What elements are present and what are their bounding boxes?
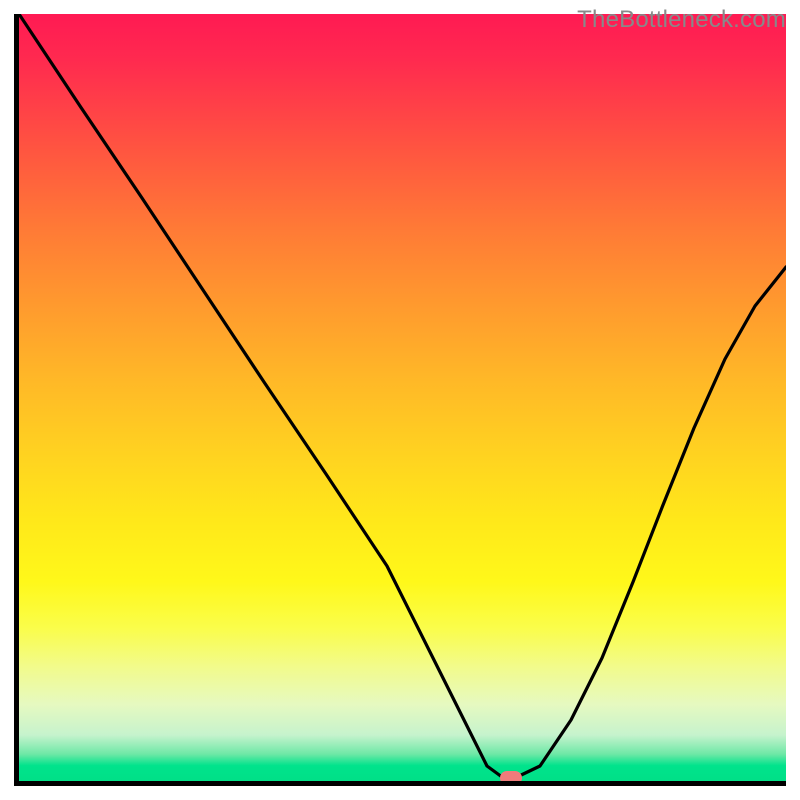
plot-area (14, 14, 786, 786)
optimal-marker (500, 771, 522, 785)
curve-layer (19, 14, 786, 781)
bottleneck-curve-path (19, 14, 786, 777)
watermark-text: TheBottleneck.com (577, 6, 786, 34)
bottleneck-chart: TheBottleneck.com (0, 0, 800, 800)
